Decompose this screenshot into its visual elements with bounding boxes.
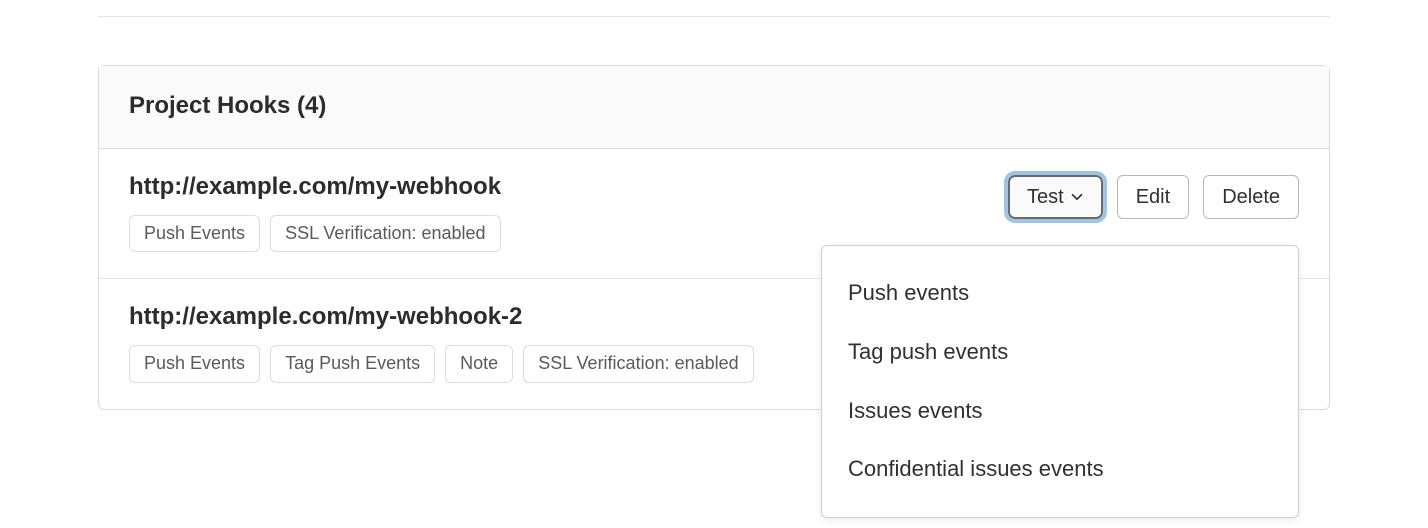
- panel-title: Project Hooks (4): [129, 92, 1299, 120]
- delete-button-label: Delete: [1222, 183, 1280, 211]
- top-divider: [98, 16, 1330, 17]
- dropdown-item-tag-push-events[interactable]: Tag push events: [822, 323, 1298, 382]
- event-badge: Push Events: [129, 345, 260, 382]
- hook-url: http://example.com/my-webhook: [129, 173, 1008, 201]
- project-hooks-panel: Project Hooks (4) http://example.com/my-…: [98, 65, 1330, 410]
- edit-button-label: Edit: [1136, 183, 1170, 211]
- dropdown-item-issues-events[interactable]: Issues events: [822, 382, 1298, 441]
- dropdown-item-confidential-issues-events[interactable]: Confidential issues events: [822, 440, 1298, 499]
- hook-info: http://example.com/my-webhook Push Event…: [129, 173, 1008, 252]
- hook-row: http://example.com/my-webhook Push Event…: [99, 149, 1329, 279]
- chevron-down-icon: [1070, 190, 1084, 204]
- hook-actions: Test Edit Delete Push events Tag push ev…: [1008, 173, 1299, 219]
- event-badge: Push Events: [129, 215, 260, 252]
- delete-button[interactable]: Delete: [1203, 175, 1299, 219]
- dropdown-item-push-events[interactable]: Push events: [822, 264, 1298, 323]
- test-dropdown-menu: Push events Tag push events Issues event…: [821, 245, 1299, 518]
- test-button-label: Test: [1027, 183, 1064, 211]
- event-badge: Tag Push Events: [270, 345, 435, 382]
- event-badge: SSL Verification: enabled: [523, 345, 753, 382]
- event-badge: Note: [445, 345, 513, 382]
- event-badge: SSL Verification: enabled: [270, 215, 500, 252]
- test-button[interactable]: Test: [1008, 175, 1103, 219]
- panel-header: Project Hooks (4): [99, 66, 1329, 149]
- edit-button[interactable]: Edit: [1117, 175, 1189, 219]
